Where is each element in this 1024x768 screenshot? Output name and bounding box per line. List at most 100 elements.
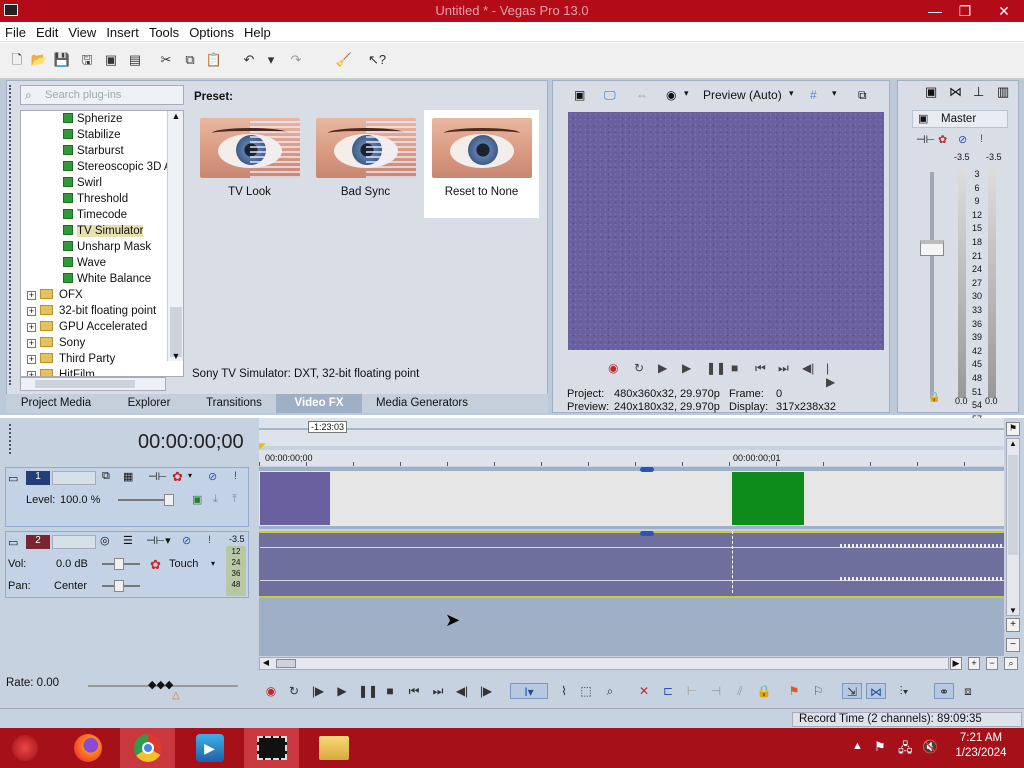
expand-track-icon[interactable]: ▣ [192, 493, 202, 506]
scrollbar-thumb[interactable] [276, 659, 296, 668]
timeline-horizontal-scrollbar[interactable]: ◀ [259, 657, 949, 670]
undo-dropdown-icon[interactable]: ▾ [262, 51, 280, 69]
audio-track-header[interactable]: ▭ 2 ◎ ☰ ⊣⊢▾ ⊘ ! -3.5 12 24 36 48 Vol: 0.… [5, 531, 249, 598]
start-button[interactable] [0, 728, 50, 768]
chevron-down-icon[interactable]: ▾ [188, 471, 192, 480]
search-plugins-input[interactable]: Search plug-ins [20, 85, 184, 105]
solo-icon[interactable]: ! [208, 534, 211, 546]
selection-tool-icon[interactable]: ⬚ [578, 683, 594, 699]
track-fx-icon[interactable]: ✿ [150, 557, 161, 573]
taskbar-chrome[interactable] [120, 728, 175, 768]
tree-item[interactable]: Stabilize [63, 127, 120, 143]
cleanup-icon[interactable]: 🧹 [335, 51, 353, 69]
menu-options[interactable]: Options [184, 22, 239, 43]
scroll-up-icon[interactable]: ▲ [1007, 439, 1019, 448]
expand-icon[interactable]: + [27, 323, 36, 332]
tree-item[interactable]: Starburst [63, 143, 124, 159]
record-icon[interactable]: ◉ [263, 683, 279, 699]
whats-this-icon[interactable]: ↖? [368, 51, 386, 69]
tree-horizontal-scrollbar[interactable] [20, 377, 166, 391]
go-to-start-icon[interactable]: ⏮ [406, 683, 422, 699]
time-ruler[interactable]: 00:00:00;00 00:00:00;01 [259, 450, 1004, 466]
solo-icon[interactable]: ! [234, 470, 237, 482]
taskbar-explorer[interactable] [306, 728, 361, 768]
menu-insert[interactable]: Insert [101, 22, 144, 43]
track-name-field[interactable] [52, 535, 96, 549]
redo-icon[interactable]: ↷ [287, 51, 305, 69]
overlays-icon[interactable]: # [810, 88, 817, 102]
undo-icon[interactable]: ↶ [240, 51, 258, 69]
tree-vertical-scrollbar[interactable]: ▲ ▼ [167, 111, 183, 361]
pause-icon[interactable]: ❚❚ [706, 361, 726, 375]
video-event[interactable] [259, 471, 1004, 526]
tree-folder[interactable]: +32-bit floating point [27, 303, 156, 319]
tree-folder[interactable]: + OFX [27, 287, 83, 303]
close-button[interactable]: ✕ [986, 1, 1022, 21]
master-fader[interactable] [920, 240, 944, 256]
mute-icon[interactable]: ⊘ [208, 470, 217, 483]
trim-icon[interactable]: ⊏ [660, 683, 676, 699]
preset-bad-sync[interactable]: Bad Sync [308, 110, 423, 218]
menu-help[interactable]: Help [239, 22, 276, 43]
arm-record-icon[interactable]: ◎ [100, 534, 110, 547]
properties-icon[interactable]: ▣ [925, 84, 937, 100]
tab-media-generators[interactable]: Media Generators [362, 394, 482, 413]
action-center-icon[interactable]: ⚑ [874, 739, 886, 755]
chevron-down-icon[interactable]: ▾ [211, 559, 215, 568]
tab-project-media[interactable]: Project Media [6, 394, 106, 413]
master-fx-icon[interactable]: ✿ [938, 133, 947, 146]
pan-slider-thumb[interactable] [114, 580, 124, 592]
tree-item[interactable]: Swirl [63, 175, 102, 191]
loop-icon[interactable]: ↻ [634, 361, 644, 375]
move-up-icon[interactable]: ⤒ [232, 493, 237, 506]
tree-folder[interactable]: + Third Party [27, 351, 115, 367]
tree-folder[interactable]: + HitFilm [27, 367, 95, 376]
scroll-right-icon[interactable]: ▶ [950, 657, 962, 670]
move-down-icon[interactable]: ⤓ [213, 493, 218, 506]
record-icon[interactable]: ◉ [608, 361, 618, 375]
dim-output-icon[interactable]: ⊥ [973, 84, 984, 100]
meter-reset-right[interactable]: 0.0 [985, 396, 998, 406]
mute-icon[interactable]: ⊘ [182, 534, 191, 547]
marker-icon[interactable]: ⚑ [786, 683, 802, 699]
previous-frame-icon[interactable]: ◀| [454, 683, 470, 699]
tab-video-fx[interactable]: Video FX [276, 394, 362, 413]
go-to-end-icon[interactable]: ⏭ [778, 361, 789, 376]
maximize-button[interactable]: ❐ [950, 1, 980, 21]
copy-icon[interactable]: ⧉ [181, 51, 199, 69]
tree-item[interactable]: Wave [63, 255, 106, 271]
preview-quality-dropdown[interactable]: Preview (Auto) [703, 88, 782, 102]
motion-icon[interactable]: ⊣⊢ [148, 470, 167, 483]
mute-icon[interactable]: ⊘ [958, 133, 967, 146]
scroll-down-icon[interactable]: ▼ [1007, 606, 1019, 615]
auto-crossfade-icon[interactable]: ⋈ [866, 683, 886, 699]
delete-icon[interactable]: ✕ [636, 683, 652, 699]
zoom-tool-icon[interactable]: ⌕ [602, 683, 618, 699]
properties-icon[interactable]: ▣ [574, 88, 585, 102]
scrollbar-thumb[interactable] [1008, 455, 1018, 555]
split-screen-icon[interactable]: ⇔ [636, 88, 648, 102]
scroll-down-icon[interactable]: ▼ [168, 351, 183, 361]
marker-flag-icon[interactable]: ⚑ [1006, 422, 1020, 436]
trim-end-icon[interactable]: ⊣ [708, 683, 724, 699]
stop-icon[interactable]: ■ [382, 683, 398, 699]
minimize-button[interactable]: — [920, 1, 950, 21]
collapse-icon[interactable]: ▭ [8, 472, 18, 485]
region-marker[interactable]: -1:23:03 [308, 421, 348, 433]
tree-folder[interactable]: + Sony [27, 335, 85, 351]
taskbar-media-player[interactable]: ▶ [182, 728, 237, 768]
solo-icon[interactable]: ! [980, 133, 983, 145]
properties-icon[interactable]: ▤ [126, 51, 144, 69]
zoom-in-vertical-button[interactable]: + [1006, 618, 1020, 632]
preset-reset-to-none[interactable]: Reset to None [424, 110, 539, 218]
copy-snapshot-icon[interactable]: ⧉ [858, 88, 867, 103]
expand-icon[interactable]: + [27, 339, 36, 348]
play-from-start-icon[interactable]: ▶ [658, 361, 667, 375]
play-from-start-icon[interactable]: |▶ [310, 683, 326, 699]
chevron-down-icon[interactable]: ▾ [684, 88, 689, 99]
empty-track-area[interactable] [259, 598, 1004, 656]
meters-icon[interactable]: ▥ [997, 84, 1009, 100]
panel-grip[interactable] [9, 85, 15, 385]
plugin-tree[interactable]: Spherize Stabilize Starburst Stereoscopi… [20, 110, 184, 377]
ignore-grouping-icon[interactable]: ⧈ [960, 683, 976, 699]
